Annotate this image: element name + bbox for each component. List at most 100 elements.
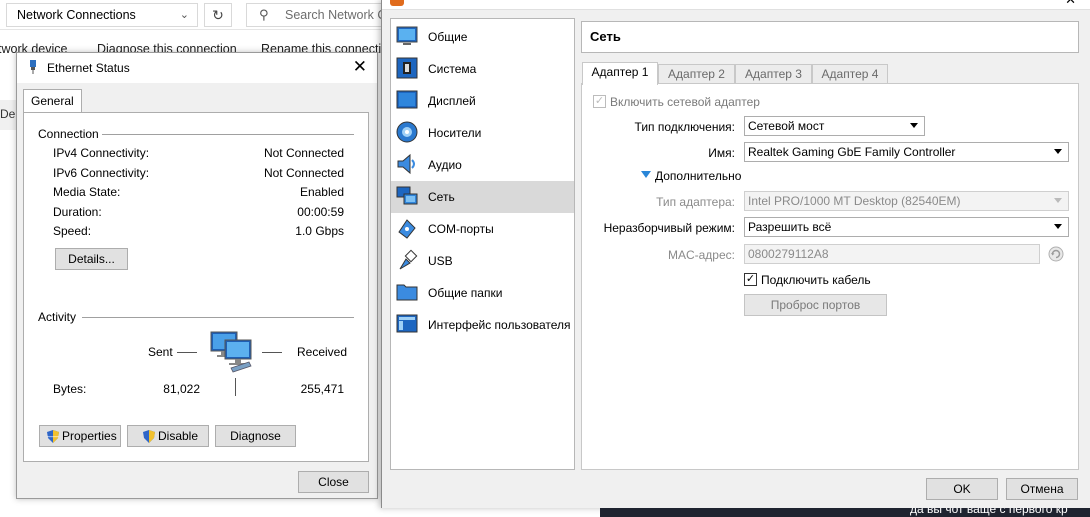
disable-label: Disable (158, 429, 199, 443)
speed-value: 1.0 Gbps (295, 224, 344, 238)
vbox-settings-window: ✕ Общие Система Дисплей Носители Аудио С… (381, 0, 1090, 508)
nav-item-storage[interactable]: Носители (391, 117, 574, 149)
nav-item-system[interactable]: Система (391, 53, 574, 85)
nav-label: Сеть (428, 190, 455, 204)
adapter-name-value: Realtek Gaming GbE Family Controller (748, 145, 956, 159)
audio-icon (397, 153, 415, 175)
properties-button[interactable]: Properties (39, 425, 121, 447)
bytes-label: Bytes: (53, 382, 87, 396)
advanced-toggle[interactable]: Дополнительно (655, 169, 741, 183)
connection-group-title: Connection (38, 127, 99, 141)
details-button[interactable]: Details... (55, 248, 128, 270)
refresh-mac-icon[interactable] (1048, 246, 1064, 262)
promiscuous-select[interactable]: Разрешить всё (744, 217, 1069, 237)
activity-group-title: Activity (38, 310, 77, 324)
nav-label: COM-порты (428, 222, 494, 236)
chevron-down-icon (1054, 149, 1062, 154)
ipv4-label: IPv4 Connectivity: (53, 146, 150, 160)
properties-label: Properties (62, 429, 117, 443)
close-button[interactable]: Close (298, 471, 369, 493)
settings-nav-list: Общие Система Дисплей Носители Аудио Сет… (390, 18, 575, 470)
network-computers-icon (210, 331, 252, 373)
diagnose-button[interactable]: Diagnose (215, 425, 296, 447)
nav-item-user-interface[interactable]: Интерфейс пользователя (391, 309, 574, 341)
dialog-titlebar: Ethernet Status ✕ (17, 53, 377, 83)
port-forwarding-button[interactable]: Проброс портов (744, 294, 887, 316)
search-icon: ⚲ (259, 7, 269, 22)
mac-address-input[interactable]: 0800279112A8 (744, 244, 1040, 264)
ok-button[interactable]: OK (926, 478, 998, 500)
nav-item-general[interactable]: Общие (391, 21, 574, 53)
network-cable-icon (30, 60, 36, 74)
divider (177, 352, 197, 353)
search-input[interactable]: ⚲ Search Network C (246, 3, 386, 27)
chevron-down-icon (910, 123, 918, 128)
close-icon[interactable]: ✕ (353, 57, 367, 77)
adapter-tab-bar: Адаптер 1 Адаптер 2 Адаптер 3 Адаптер 4 (581, 62, 1079, 85)
adapter-type-label: Тип адаптера: (656, 195, 735, 209)
display-icon (396, 90, 418, 109)
tab-adapter-3[interactable]: Адаптер 3 (735, 64, 812, 84)
ipv6-value: Not Connected (263, 166, 344, 180)
dialog-title: Ethernet Status (47, 61, 130, 75)
tab-bar: General (23, 89, 369, 113)
cable-connected-label: Подключить кабель (761, 273, 871, 287)
tab-adapter-2[interactable]: Адаптер 2 (658, 64, 735, 84)
nav-item-serial-ports[interactable]: COM-порты (391, 213, 574, 245)
tab-adapter-1[interactable]: Адаптер 1 (582, 62, 658, 85)
nav-label: Носители (428, 126, 482, 140)
sent-label: Sent (148, 345, 173, 359)
virtualbox-icon (390, 0, 404, 6)
name-label: Имя: (708, 146, 735, 160)
general-tab-panel: Connection IPv4 Connectivity: Not Connec… (23, 112, 369, 462)
cancel-button[interactable]: Отмена (1006, 478, 1078, 500)
close-icon[interactable]: ✕ (1065, 0, 1076, 8)
adapter-type-select[interactable]: Intel PRO/1000 MT Desktop (82540EM) (744, 191, 1069, 211)
attached-to-value: Сетевой мост (748, 119, 825, 133)
speed-label: Speed: (53, 224, 92, 238)
background-video-strip: да вы чот ваще с первого кр (600, 508, 1090, 517)
usb-icon (399, 249, 418, 270)
promiscuous-value: Разрешить всё (748, 220, 832, 234)
received-label: Received (297, 345, 348, 359)
disable-button[interactable]: Disable (127, 425, 209, 447)
address-bar[interactable]: Network Connections ⌄ (6, 3, 198, 27)
nav-item-network[interactable]: Сеть (391, 181, 574, 213)
adapter-name-select[interactable]: Realtek Gaming GbE Family Controller (744, 142, 1069, 162)
background-caption: да вы чот ваще с первого кр (910, 508, 1068, 516)
nav-item-shared-folders[interactable]: Общие папки (391, 277, 574, 309)
duration-label: Duration: (53, 205, 102, 219)
nav-item-audio[interactable]: Аудио (391, 149, 574, 181)
attached-to-select[interactable]: Сетевой мост (744, 116, 925, 136)
duration-value: 00:00:59 (297, 205, 344, 219)
chevron-down-icon[interactable]: ⌄ (180, 4, 189, 26)
bytes-sent-value: 81,022 (163, 382, 200, 396)
refresh-button[interactable]: ↻ (204, 3, 232, 27)
mac-address-label: MAC-адрес: (667, 248, 735, 262)
tab-adapter-4[interactable]: Адаптер 4 (812, 64, 888, 84)
general-icon (396, 26, 418, 45)
nav-label: Общие папки (428, 286, 503, 300)
nav-label: Аудио (428, 158, 462, 172)
storage-icon (396, 121, 418, 143)
chevron-down-icon (1054, 198, 1062, 203)
attached-to-label: Тип подключения: (634, 120, 735, 134)
enable-adapter-checkbox[interactable]: ✓ (593, 95, 606, 108)
expand-triangle-icon[interactable] (641, 171, 651, 178)
nav-item-usb[interactable]: USB (391, 245, 574, 277)
nav-label: Дисплей (428, 94, 476, 108)
nav-label: USB (428, 254, 453, 268)
chevron-down-icon (1054, 224, 1062, 229)
adapter-panel: ✓ Включить сетевой адаптер Тип подключен… (581, 83, 1079, 470)
cable-connected-checkbox[interactable]: ✓ (744, 273, 757, 286)
search-placeholder: Search Network C (285, 8, 386, 22)
nav-label: Система (428, 62, 477, 76)
nav-item-display[interactable]: Дисплей (391, 85, 574, 117)
divider (235, 378, 236, 396)
nav-label: Интерфейс пользователя (428, 318, 571, 332)
divider (102, 134, 354, 135)
mac-address-value: 0800279112A8 (748, 247, 829, 261)
tab-general[interactable]: General (23, 89, 82, 113)
address-text: Network Connections (17, 8, 136, 22)
divider (82, 317, 354, 318)
